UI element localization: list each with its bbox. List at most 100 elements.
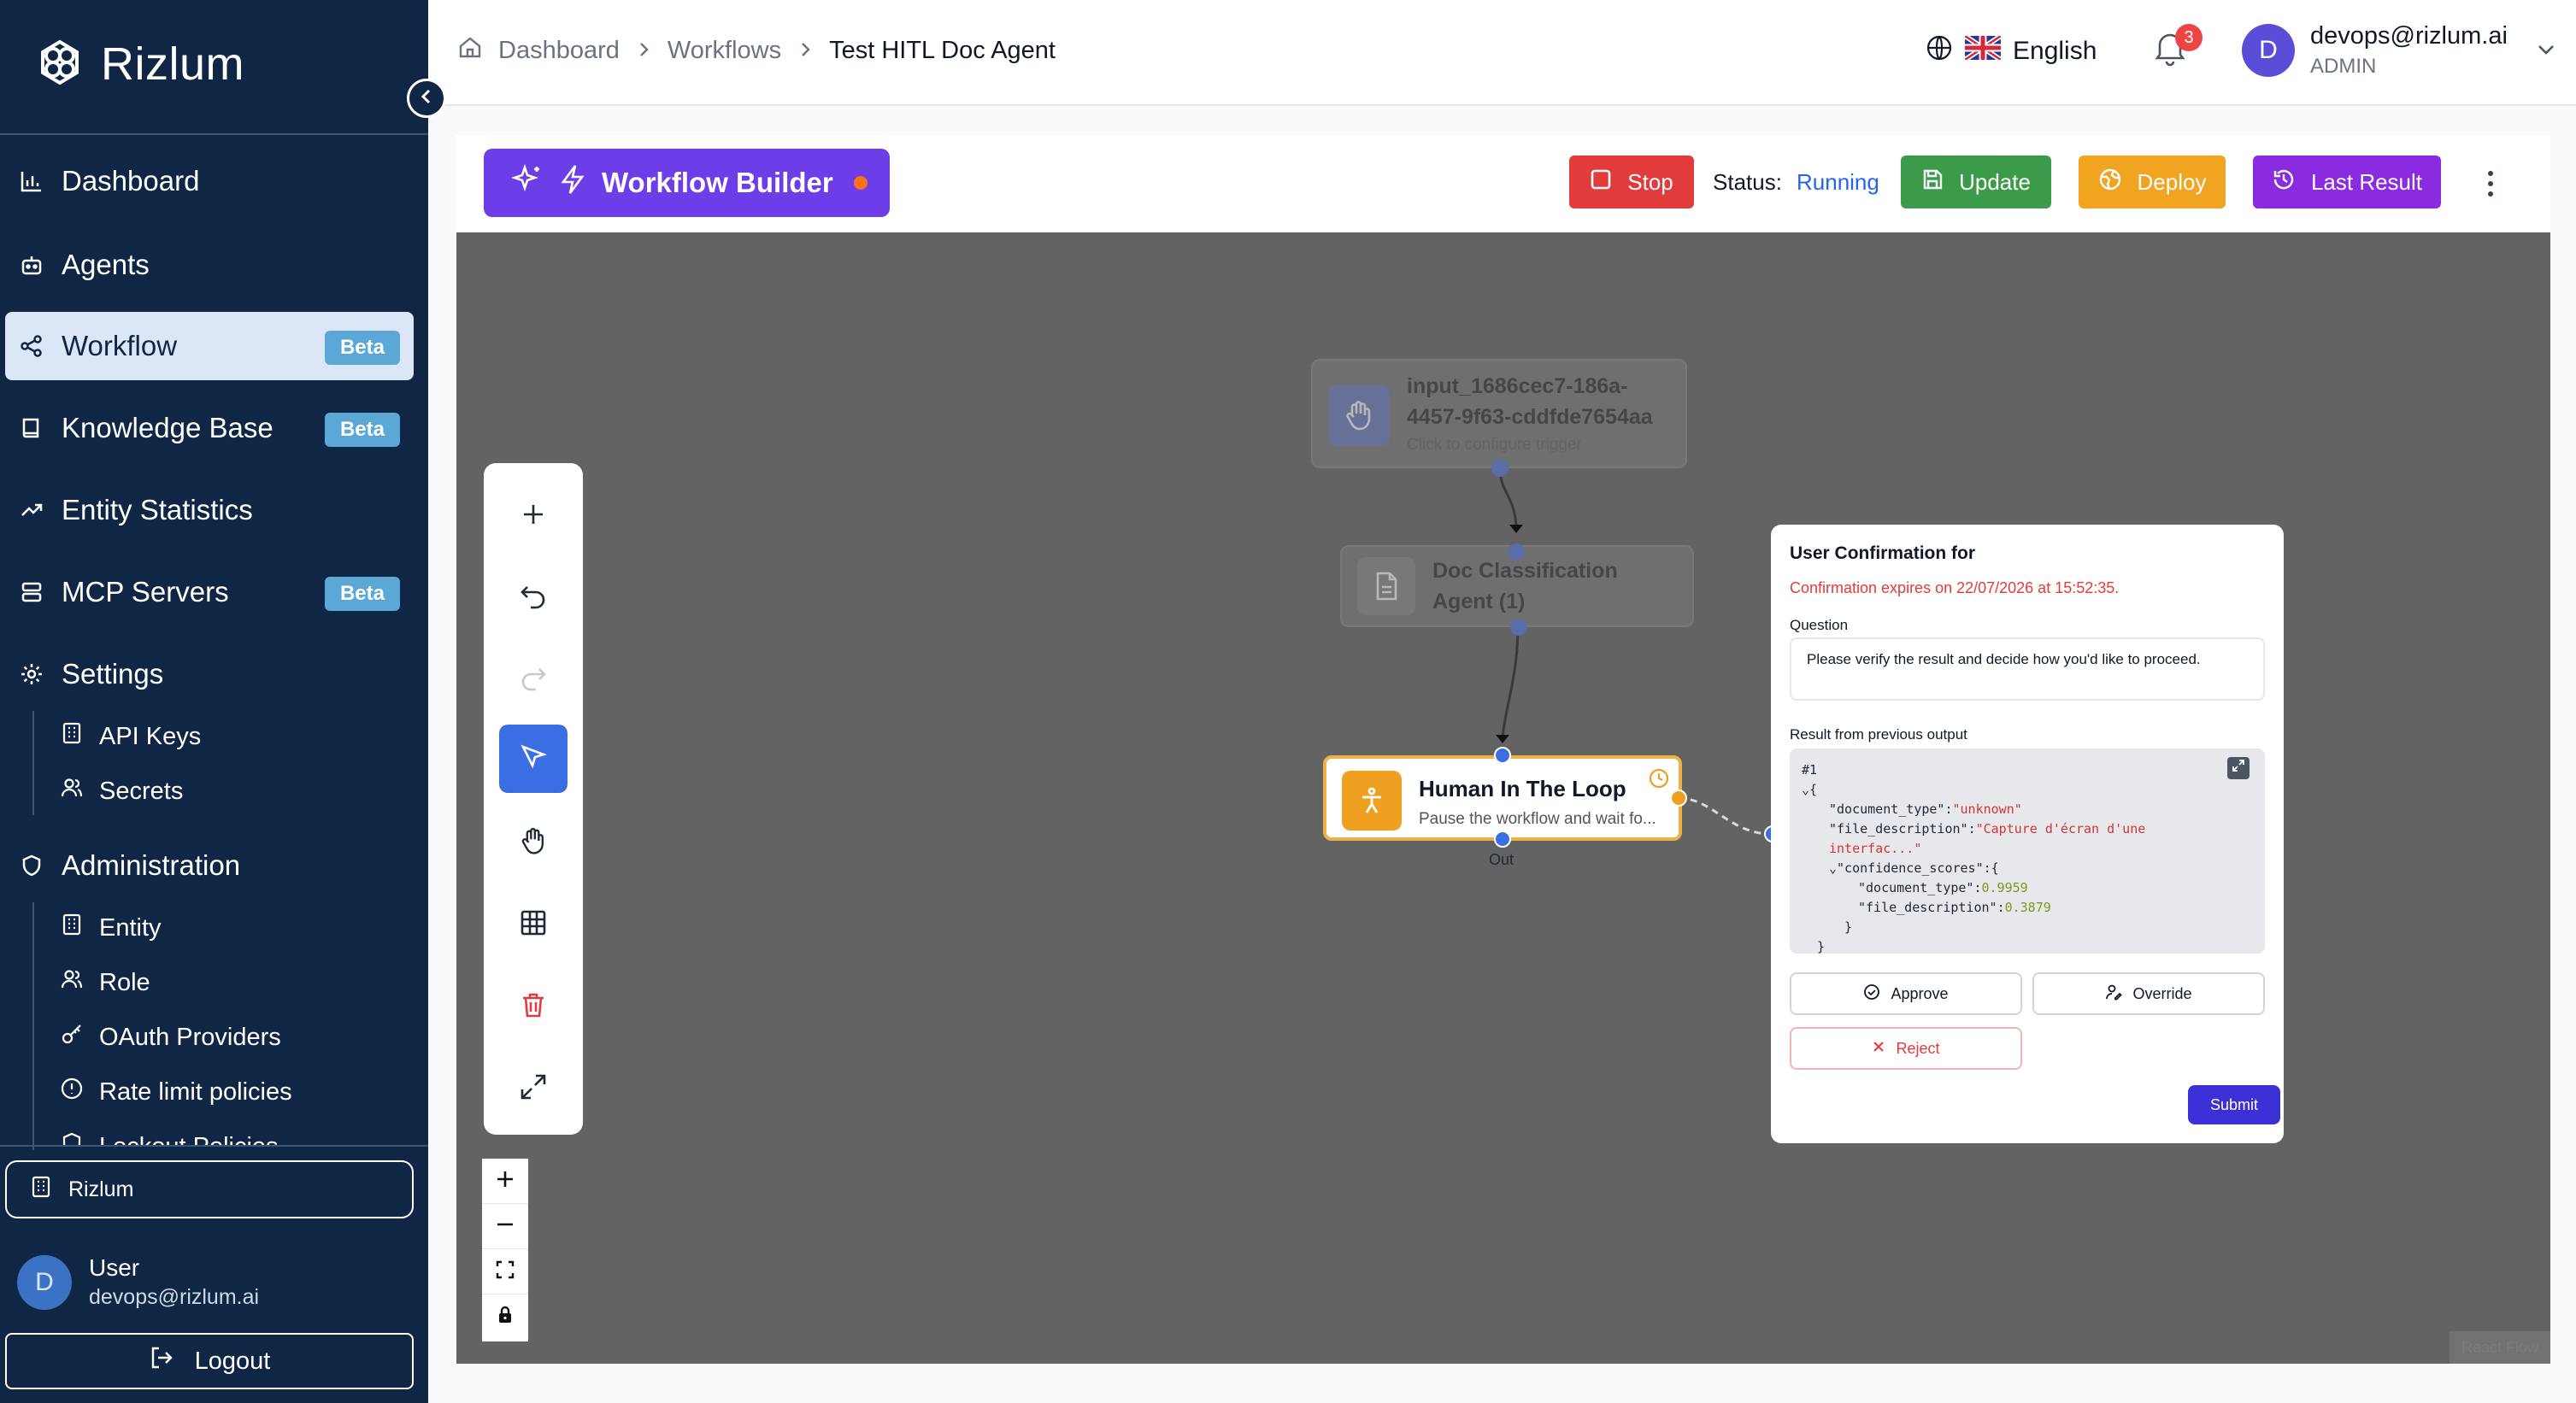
last-result-button[interactable]: Last Result: [2253, 156, 2441, 208]
hitl-node-subtitle: Pause the workflow and wait fo...: [1419, 810, 1656, 828]
language-selector[interactable]: English: [1926, 33, 2097, 68]
user-profile[interactable]: D User devops@rizlum.ai: [17, 1254, 259, 1310]
select-tool-button[interactable]: [499, 725, 568, 793]
json-value: "Capture d'écran d'une: [1975, 821, 2146, 837]
chevron-left-icon: [418, 88, 435, 109]
json-line: "file_description":0.3879: [1858, 900, 2051, 915]
key-icon: [60, 1022, 84, 1053]
doc-node-output-handle[interactable]: [1510, 619, 1527, 636]
update-button[interactable]: Update: [1901, 156, 2051, 208]
expand-icon: [519, 1072, 548, 1106]
reject-button[interactable]: Reject: [1790, 1027, 2022, 1070]
sidebar-item-dashboard[interactable]: Dashboard: [5, 147, 414, 215]
approve-button[interactable]: Approve: [1790, 972, 2022, 1015]
bell-icon: [2153, 33, 2187, 70]
grid-toggle-button[interactable]: [499, 890, 568, 959]
notification-count-badge: 3: [2175, 24, 2203, 51]
react-flow-attribution[interactable]: React Flow: [2450, 1331, 2550, 1364]
beta-badge: Beta: [324, 331, 400, 365]
org-name: Rizlum: [68, 1177, 134, 1201]
submit-button[interactable]: Submit: [2188, 1085, 2280, 1124]
sparkles-icon: [510, 163, 544, 203]
more-options-button[interactable]: [2473, 164, 2508, 203]
json-open-line: ⌄{: [1802, 782, 1818, 797]
sidebar-item-agents[interactable]: Agents: [5, 231, 414, 299]
lock-button[interactable]: [482, 1294, 528, 1340]
expand-json-button[interactable]: [2227, 757, 2250, 779]
sidebar-item-label: Administration: [62, 849, 241, 881]
result-index: #1: [1802, 762, 1818, 778]
json-line: ⌄"confidence_scores":{: [1829, 860, 1999, 876]
hitl-node-input-handle[interactable]: [1494, 747, 1511, 764]
sidebar-item-api-keys[interactable]: API Keys: [60, 713, 201, 760]
input-node-output-handle[interactable]: [1491, 460, 1509, 477]
save-icon: [1921, 168, 1944, 197]
sidebar-item-oauth-providers[interactable]: OAuth Providers: [60, 1013, 281, 1061]
hitl-node-output-handle[interactable]: [1494, 831, 1511, 848]
undo-button[interactable]: [499, 564, 568, 632]
sidebar-item-knowledge-base[interactable]: Knowledge Base Beta: [5, 394, 414, 462]
json-key: "file_description": [1858, 900, 1997, 915]
breadcrumb-dashboard[interactable]: Dashboard: [498, 37, 620, 65]
zoom-in-button[interactable]: [482, 1159, 528, 1204]
breadcrumb-workflows[interactable]: Workflows: [668, 37, 781, 65]
human-in-the-loop-node[interactable]: Human In The Loop Pause the workflow and…: [1323, 755, 1682, 841]
workflow-canvas[interactable]: input_1686cec7-186a- 4457-9f63-cddfde765…: [456, 232, 2550, 1364]
notifications-button[interactable]: 3: [2153, 24, 2203, 72]
building-icon: [60, 913, 84, 943]
hitl-out-label: Out: [1489, 851, 1514, 868]
canvas-toolbox: [484, 463, 583, 1135]
zoom-controls: [482, 1159, 528, 1341]
add-node-button[interactable]: [499, 482, 568, 550]
input-trigger-node[interactable]: input_1686cec7-186a- 4457-9f63-cddfde765…: [1311, 359, 1687, 468]
brand[interactable]: Rizlum: [34, 36, 244, 92]
sidebar-item-label: Knowledge Base: [62, 412, 273, 443]
chevron-down-icon[interactable]: [2536, 39, 2556, 64]
account-avatar[interactable]: D: [2242, 24, 2295, 77]
sidebar-item-role[interactable]: Role: [60, 959, 150, 1007]
sidebar-item-entity[interactable]: Entity: [60, 904, 162, 952]
fit-screen-button[interactable]: [482, 1249, 528, 1294]
deploy-button[interactable]: Deploy: [2079, 156, 2226, 208]
sidebar-item-lockout-policies[interactable]: Lockout Policies: [60, 1123, 279, 1145]
sidebar-item-label: Agents: [62, 249, 150, 280]
redo-button[interactable]: [499, 646, 568, 714]
confirmation-title: User Confirmation for: [1790, 543, 1976, 563]
collapse-sidebar-button[interactable]: [407, 79, 446, 118]
gear-icon: [19, 661, 44, 687]
sidebar-item-administration[interactable]: Administration: [5, 831, 414, 900]
doc-node-input-handle[interactable]: [1508, 543, 1525, 561]
user-confirmation-panel: User Confirmation for Confirmation expir…: [1771, 525, 2284, 1143]
sub-item-label: Rate limit policies: [99, 1077, 292, 1106]
confirmation-expiry: Confirmation expires on 22/07/2026 at 15…: [1790, 579, 2120, 596]
users-icon: [60, 776, 84, 807]
sidebar-item-settings[interactable]: Settings: [5, 640, 414, 708]
delete-button[interactable]: [499, 972, 568, 1041]
status-label: Status:: [1713, 169, 1782, 195]
pan-tool-button[interactable]: [499, 808, 568, 877]
override-button[interactable]: Override: [2032, 972, 2265, 1015]
json-collapse-toggle[interactable]: ⌄: [1829, 860, 1837, 876]
trend-up-icon: [19, 497, 44, 523]
sidebar-item-entity-statistics[interactable]: Entity Statistics: [5, 476, 414, 544]
beta-badge: Beta: [324, 413, 400, 447]
settings-sub-rail: [32, 711, 34, 815]
input-node-title-line1: input_1686cec7-186a-: [1407, 374, 1628, 398]
doc-node-title: Doc Classification Agent (1): [1432, 555, 1618, 617]
sidebar-item-secrets[interactable]: Secrets: [60, 767, 183, 815]
sidebar: Rizlum Dashboard Agents Workflow Beta Kn…: [0, 0, 428, 1403]
check-circle-icon: [1660, 555, 1682, 582]
account-email[interactable]: devops@rizlum.ai: [2310, 22, 2508, 50]
org-switcher[interactable]: Rizlum: [5, 1160, 414, 1218]
result-json-viewer[interactable]: #1 ⌄{ "document_type":"unknown" "file_de…: [1790, 748, 2265, 954]
fit-view-button[interactable]: [499, 1054, 568, 1123]
hitl-node-side-handle[interactable]: [1670, 790, 1687, 807]
stop-button[interactable]: Stop: [1569, 156, 1694, 208]
logout-button[interactable]: Logout: [5, 1333, 414, 1389]
expand-icon: [2232, 759, 2245, 778]
sidebar-item-rate-limit-policies[interactable]: Rate limit policies: [60, 1068, 292, 1116]
sidebar-item-mcp-servers[interactable]: MCP Servers Beta: [5, 558, 414, 626]
zoom-out-button[interactable]: [482, 1204, 528, 1249]
sidebar-item-workflow[interactable]: Workflow Beta: [5, 312, 414, 380]
history-icon: [2272, 167, 2296, 197]
